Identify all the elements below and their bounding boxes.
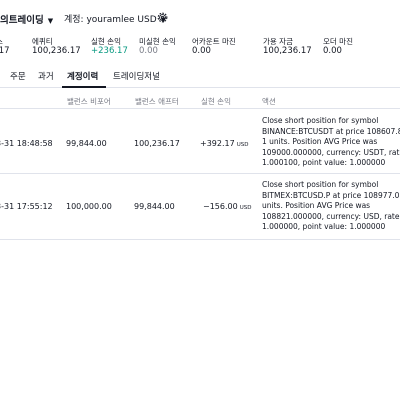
- stat-value-available-funds: 100,236.17: [263, 46, 312, 56]
- top-bar: 의트레이딩 ▼ 계정: youramlee USD ▼: [0, 0, 400, 34]
- action-line: BINANCE:BTCUSDT at price 108607.87: [262, 126, 400, 136]
- action-line: Close short position for symbol: [262, 116, 379, 125]
- row-action-text: Close short position for symbol BITMEX:B…: [262, 180, 400, 233]
- row-balance-before: 100,000.00: [66, 202, 112, 211]
- broker-name: 의트레이딩: [0, 15, 44, 26]
- stat-value-equity: 100,236.17: [32, 46, 81, 56]
- row-time: 3-31 18:48:58: [0, 139, 53, 148]
- table-row[interactable]: 3-31 17:55:12 100,000.00 99,844.00 −156.…: [0, 174, 400, 240]
- action-line: 1 units. Position AVG Price was: [262, 137, 378, 146]
- tab-history[interactable]: 과거: [38, 70, 54, 82]
- row-balance-after: 100,236.17: [134, 139, 180, 148]
- broker-selector[interactable]: 의트레이딩 ▼: [0, 12, 53, 26]
- gear-icon[interactable]: [156, 11, 169, 24]
- pnl-currency: USD: [236, 142, 249, 148]
- stat-value-unrealized-pnl: 0.00: [139, 46, 158, 56]
- tab-orders[interactable]: 주문: [10, 70, 26, 82]
- row-time: 3-31 17:55:12: [0, 202, 53, 211]
- row-balance-after: 99,844.00: [134, 202, 175, 211]
- column-header-balance-after[interactable]: 밸런스 애프터: [135, 96, 179, 107]
- row-balance-before: 99,844.00: [66, 139, 107, 148]
- action-line: 1.000000, point value: 1.000000: [262, 222, 386, 231]
- action-line: BITMEX:BTCUSD.P at price 108977.0 f: [262, 190, 400, 200]
- active-tab-indicator: [62, 86, 106, 88]
- stat-value-realized-pnl: +236.17: [91, 46, 128, 56]
- row-realized-pnl: −156.00 USD: [203, 202, 251, 211]
- account-selector[interactable]: 계정: youramlee USD ▼: [64, 12, 166, 25]
- panel-tabs: 주문 과거 계정이력 트레이딩저널: [0, 66, 400, 88]
- tab-trading-journal[interactable]: 트레이딩저널: [113, 70, 160, 82]
- account-label: 계정:: [64, 15, 84, 25]
- chevron-down-icon: ▼: [47, 17, 54, 25]
- column-header-realized-pnl[interactable]: 실현 손익: [201, 96, 231, 107]
- action-line: Close short position for symbol: [262, 180, 379, 189]
- pnl-amount: +392.17: [200, 139, 235, 148]
- action-line: units. Position AVG Price was: [262, 201, 371, 210]
- stat-value-balance: .17: [0, 46, 10, 56]
- action-line: 108821.000000, currency: USD, rate:: [262, 211, 400, 221]
- action-line: 109000.000000, currency: USDT, rate:: [262, 147, 400, 157]
- row-action-text: Close short position for symbol BINANCE:…: [262, 116, 400, 169]
- account-value: youramlee USD: [86, 15, 157, 25]
- tab-account-history[interactable]: 계정이력: [67, 70, 98, 82]
- pnl-amount: −156.00: [203, 202, 238, 211]
- stat-value-account-margin: 0.00: [192, 46, 211, 56]
- table-row[interactable]: 3-31 18:48:58 99,844.00 100,236.17 +392.…: [0, 108, 400, 174]
- column-header-action[interactable]: 액션: [262, 96, 276, 107]
- column-header-balance-before[interactable]: 밸런스 비포어: [67, 96, 111, 107]
- account-summary: 스 .17 에퀴티 100,236.17 실현 손익 +236.17 미실현 손…: [0, 36, 400, 60]
- row-realized-pnl: +392.17 USD: [200, 139, 248, 148]
- action-line: 1.000100, point value: 1.000000: [262, 158, 386, 167]
- pnl-currency: USD: [239, 205, 252, 211]
- stat-value-order-margin: 0.00: [323, 46, 342, 56]
